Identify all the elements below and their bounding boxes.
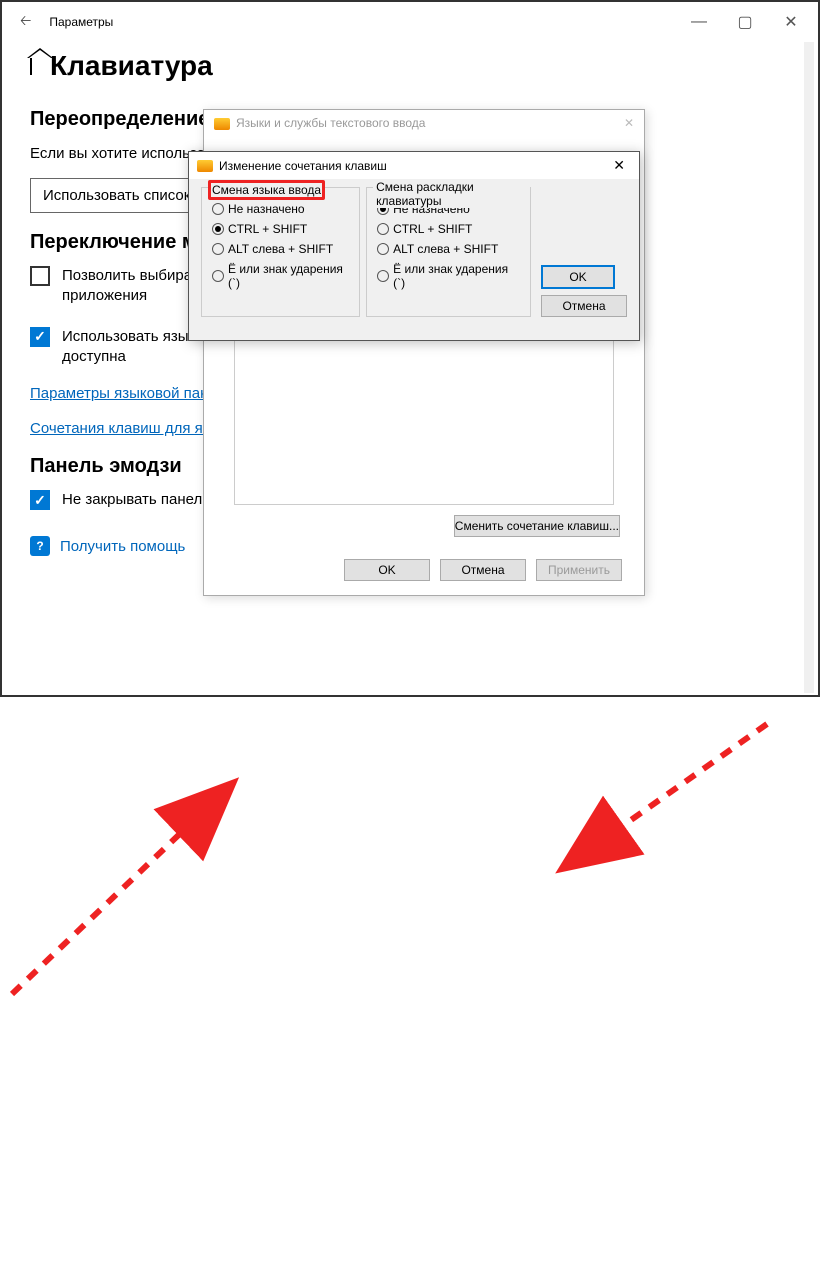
keyboard-icon — [197, 160, 213, 172]
radio-ctrl-r[interactable] — [377, 223, 389, 235]
dlg1-cancel-button[interactable]: Отмена — [440, 559, 526, 581]
back-button[interactable]: 🡠 — [20, 10, 31, 34]
change-key-sequence-dialog: Изменение сочетания клавиш ✕ Смена языка… — [188, 151, 640, 341]
kbd-layout-legend: Смена раскладки клавиатуры — [373, 180, 530, 208]
emoji-checkbox[interactable] — [30, 490, 50, 510]
kbd-layout-fieldset: Смена раскладки клавиатуры Не назначено … — [366, 187, 531, 317]
maximize-button[interactable]: ▢ — [722, 7, 768, 37]
window-title: Параметры — [49, 15, 113, 29]
dlg2-close-button[interactable]: ✕ — [607, 157, 631, 174]
keyboard-icon — [214, 118, 230, 130]
page-title: Клавиатура — [50, 50, 213, 82]
annotation-arrows — [2, 564, 820, 1261]
minimize-button[interactable]: — — [676, 7, 722, 37]
dlg1-title: Языки и службы текстового ввода — [236, 116, 425, 130]
dlg2-ok-button[interactable]: OK — [541, 265, 615, 289]
radio-e-l[interactable] — [212, 270, 224, 282]
radio-none-l[interactable] — [212, 203, 224, 215]
home-icon[interactable] — [30, 57, 32, 75]
change-hotkey-button[interactable]: Сменить сочетание клавиш... — [454, 515, 620, 537]
dlg1-ok-button[interactable]: OK — [344, 559, 430, 581]
radio-ctrl-l[interactable] — [212, 223, 224, 235]
titlebar: 🡠 Параметры — ▢ ✕ — [2, 2, 818, 42]
dlg1-apply-button: Применить — [536, 559, 622, 581]
close-button[interactable]: ✕ — [768, 7, 814, 37]
radio-alt-r[interactable] — [377, 243, 389, 255]
help-icon: ? — [30, 536, 50, 556]
dlg2-title: Изменение сочетания клавиш — [219, 159, 387, 173]
use-lang-checkbox[interactable] — [30, 327, 50, 347]
radio-alt-l[interactable] — [212, 243, 224, 255]
input-lang-fieldset: Смена языка ввода Не назначено CTRL + SH… — [201, 187, 360, 317]
scrollbar[interactable] — [804, 42, 814, 693]
radio-e-r[interactable] — [377, 270, 389, 282]
help-label: Получить помощь — [60, 538, 185, 555]
dlg1-close[interactable]: ✕ — [624, 116, 634, 130]
allow-checkbox[interactable] — [30, 266, 50, 286]
input-lang-legend: Смена языка ввода — [208, 180, 325, 200]
dlg2-cancel-button[interactable]: Отмена — [541, 295, 627, 317]
